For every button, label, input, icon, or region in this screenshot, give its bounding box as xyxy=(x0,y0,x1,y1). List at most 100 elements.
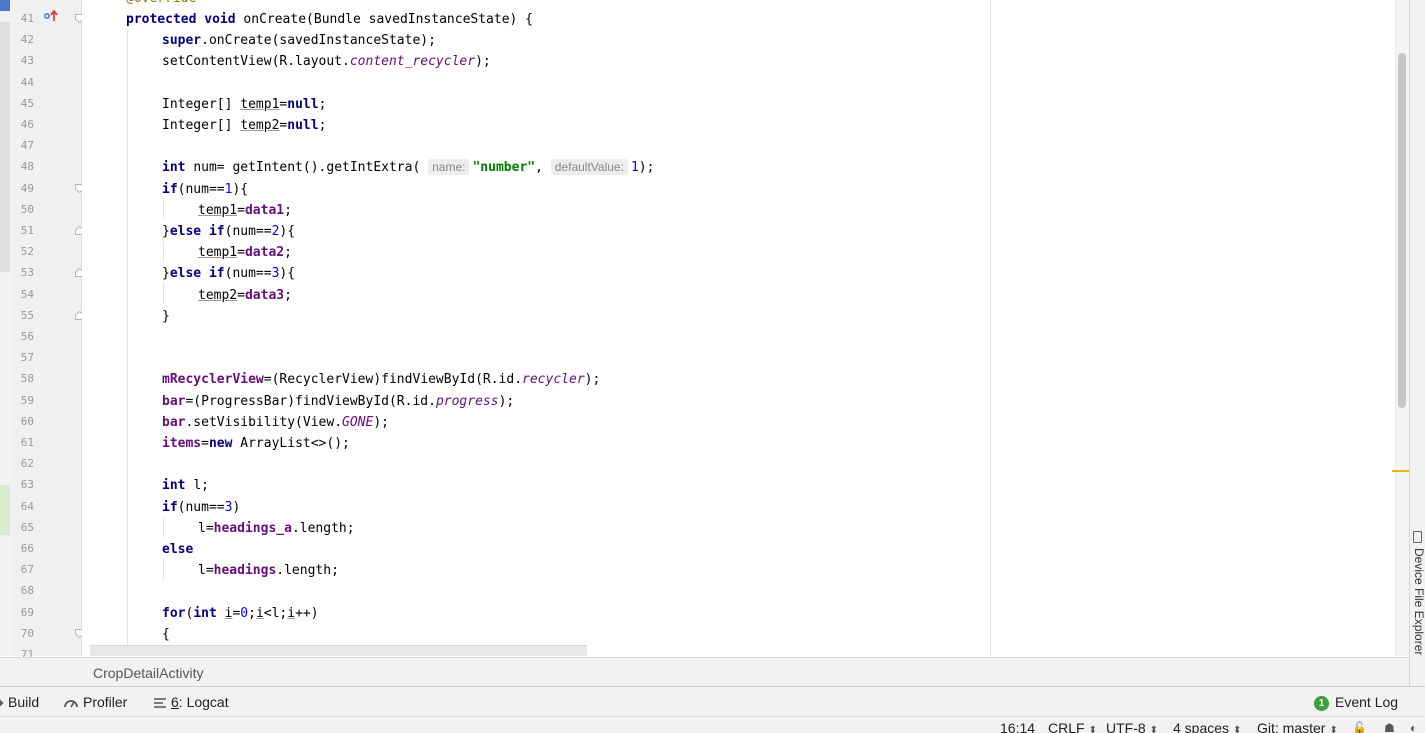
code-line[interactable]: bar=(ProgressBar)findViewById(R.id.progr… xyxy=(162,391,514,412)
event-log-tab[interactable]: 1 Event Log xyxy=(1314,687,1398,717)
code-token: ); xyxy=(498,393,515,409)
parameter-hint: name: xyxy=(428,159,470,176)
parameter-hint: defaultValue: xyxy=(550,159,628,176)
device-file-explorer-tab[interactable]: Device File Explorer xyxy=(1412,548,1425,655)
code-token: data3 xyxy=(244,287,285,303)
code-line[interactable]: int l; xyxy=(162,475,209,496)
code-line[interactable]: temp1=data2; xyxy=(198,242,292,263)
line-number: 42 xyxy=(20,33,34,47)
status-bar: 16:14 CRLF ⬍ UTF-8 ⬍ 4 spaces ⬍ Git: master… xyxy=(0,716,1425,733)
profiler-tab[interactable]: Profiler xyxy=(63,687,127,717)
build-label: Build xyxy=(8,694,40,710)
line-number: 57 xyxy=(20,351,34,365)
code-token: int xyxy=(162,160,194,176)
code-token: 0 xyxy=(240,605,249,621)
code-token: = xyxy=(201,436,209,451)
code-line[interactable]: items=new ArrayList<>(); xyxy=(162,433,350,454)
code-token: mRecyclerView xyxy=(162,372,264,388)
override-method-icon[interactable] xyxy=(43,9,59,23)
line-number: 61 xyxy=(20,436,34,449)
code-line[interactable]: setContentView(R.layout.content_recycler… xyxy=(162,51,491,72)
profiler-label: Profiler xyxy=(83,694,128,710)
code-token: if xyxy=(162,181,178,197)
code-token: = xyxy=(237,202,245,218)
code-line[interactable]: temp1=data1; xyxy=(198,200,292,221)
code-token: ); xyxy=(638,160,655,176)
code-token: num= getIntent().getIntExtra( xyxy=(193,160,429,176)
code-line[interactable]: mRecyclerView=(RecyclerView)findViewById… xyxy=(162,369,600,390)
code-token: ; xyxy=(248,605,256,621)
code-line[interactable]: l=headings_a.length; xyxy=(198,518,355,539)
line-number: 70 xyxy=(20,626,34,640)
code-line[interactable]: } xyxy=(162,306,170,327)
warning-stripe-marker[interactable] xyxy=(1392,470,1409,472)
code-line[interactable]: if(num==1){ xyxy=(162,179,248,200)
code-line[interactable]: int num= getIntent().getIntExtra( name: "… xyxy=(162,157,654,178)
line-number: 46 xyxy=(20,118,34,131)
code-line[interactable]: Integer[] temp1=null; xyxy=(162,94,326,115)
editor-scrollbar[interactable] xyxy=(1395,0,1410,656)
vcs-branch-widget[interactable]: Git: master ⬍ xyxy=(1257,720,1338,733)
code-token: onCreate(Bundle savedInstanceState) { xyxy=(243,12,534,27)
code-token: l= xyxy=(198,520,214,536)
line-number: 62 xyxy=(20,457,34,471)
code-line[interactable]: }else if(num==3){ xyxy=(162,263,295,284)
indent-guide xyxy=(127,30,128,656)
caret-position[interactable]: 16:14 xyxy=(1000,720,1035,733)
code-token: ; xyxy=(284,245,292,261)
device-file-explorer-icon[interactable] xyxy=(1413,531,1422,543)
code-token: ; xyxy=(284,202,292,218)
code-token: { xyxy=(162,626,170,642)
code-token: (num== xyxy=(177,499,225,515)
code-token: null xyxy=(287,118,319,133)
scrollbar-thumb[interactable] xyxy=(1398,53,1406,408)
code-token: else if xyxy=(169,224,225,239)
line-number: 52 xyxy=(20,245,34,259)
code-line[interactable]: temp2=data3; xyxy=(198,285,292,306)
code-editor[interactable]: @Override protected void onCreate(Bundle… xyxy=(82,0,1395,656)
build-tab[interactable]: Build xyxy=(0,687,39,717)
inspector-icon[interactable]: ☗ xyxy=(1384,721,1395,733)
code-token: i xyxy=(287,605,296,621)
code-token: .length; xyxy=(276,563,339,579)
right-tool-strip: Device File Explorer xyxy=(1409,0,1425,686)
code-line[interactable]: }else if(num==2){ xyxy=(162,221,295,242)
code-line[interactable]: l=headings.length; xyxy=(198,560,339,581)
code-line[interactable]: { xyxy=(162,624,170,645)
line-number: 56 xyxy=(20,330,34,343)
indent-widget[interactable]: 4 spaces ⬍ xyxy=(1173,720,1241,733)
logcat-label: : Logcat xyxy=(178,694,229,710)
code-line[interactable]: bar.setVisibility(View.GONE); xyxy=(162,412,389,433)
code-line[interactable]: super.onCreate(savedInstanceState); xyxy=(162,30,436,51)
code-token: } xyxy=(162,308,170,324)
code-token: items xyxy=(162,436,202,451)
line-number: 69 xyxy=(20,605,34,619)
line-number: 48 xyxy=(20,160,34,174)
memory-icon[interactable]: ◐ xyxy=(1410,721,1417,733)
logcat-tab[interactable]: 6: Logcat xyxy=(153,687,229,717)
code-token: headings_a xyxy=(213,520,292,536)
code-line[interactable]: protected void onCreate(Bundle savedInst… xyxy=(126,9,533,30)
line-separator-label: CRLF xyxy=(1048,720,1085,733)
code-token: ) xyxy=(232,499,241,515)
logcat-icon xyxy=(154,698,166,709)
code-token: =(ProgressBar)findViewById(R.id. xyxy=(185,393,436,409)
scope-marker xyxy=(0,22,10,272)
line-separator-widget[interactable]: CRLF ⬍ xyxy=(1048,720,1097,733)
code-line[interactable]: if(num==3) xyxy=(162,497,240,518)
code-line[interactable]: for(int i=0;i<l;i++) xyxy=(162,603,319,624)
code-line[interactable]: else xyxy=(162,539,193,560)
encoding-widget[interactable]: UTF-8 ⬍ xyxy=(1106,720,1158,733)
code-line[interactable]: Integer[] temp2=null; xyxy=(162,115,326,136)
code-token: .length; xyxy=(291,520,355,536)
code-token: l= xyxy=(198,563,214,579)
code-token: super xyxy=(162,33,202,49)
lock-icon[interactable]: 🔓 xyxy=(1352,721,1367,733)
code-token: ++) xyxy=(295,605,319,621)
line-number: 50 xyxy=(20,202,34,216)
breadcrumb-class[interactable]: CropDetailActivity xyxy=(93,665,203,681)
vcs-change-marker xyxy=(0,0,10,11)
line-number: 68 xyxy=(20,584,34,598)
code-token: ; xyxy=(318,96,327,112)
code-token: 1 xyxy=(630,160,639,176)
